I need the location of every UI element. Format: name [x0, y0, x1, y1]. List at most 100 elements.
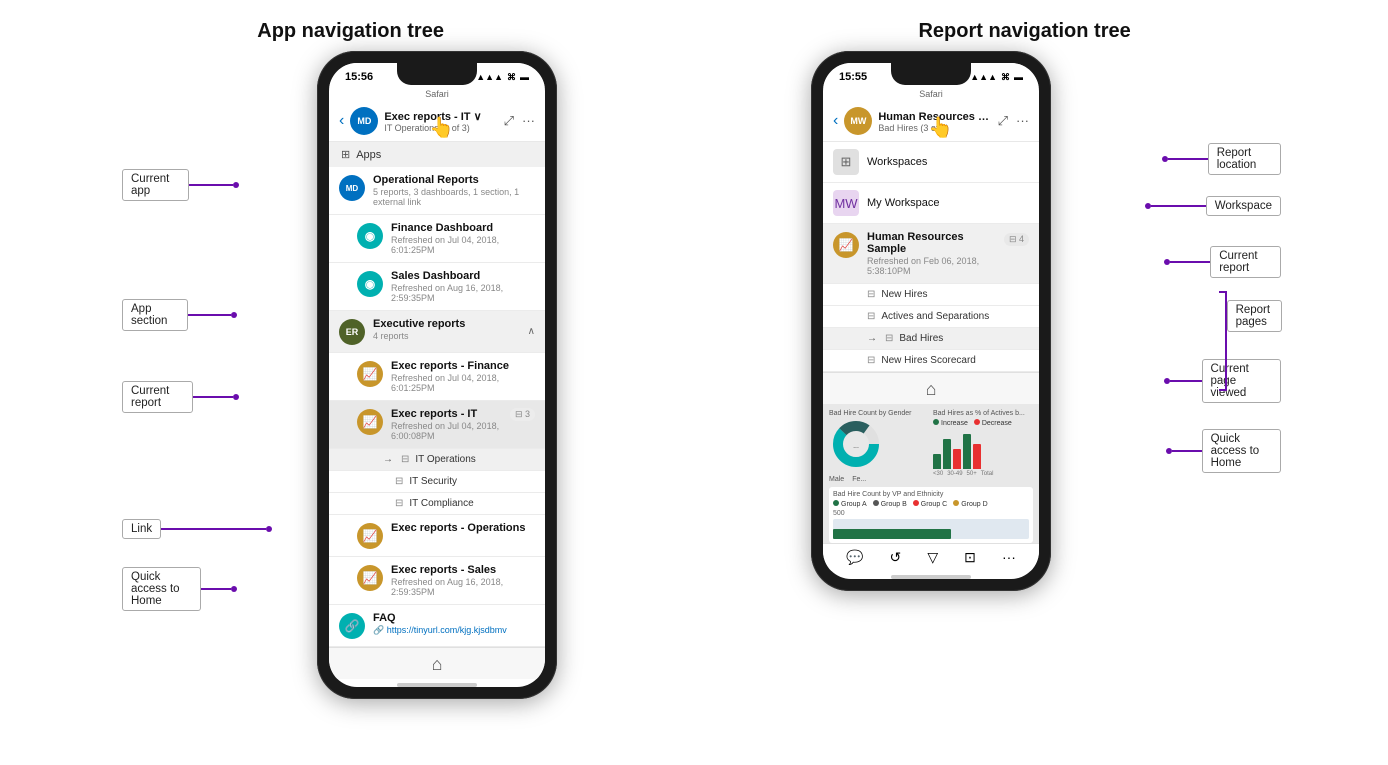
it-compliance-label: IT Compliance: [409, 498, 473, 509]
bar-2: [943, 439, 951, 469]
right-more-icon[interactable]: ···: [1016, 113, 1029, 129]
annotation-current-app: Current app: [122, 169, 239, 201]
finance-subtitle: Refreshed on Jul 04, 2018, 6:01:25PM: [391, 235, 535, 255]
bar-5: [973, 444, 981, 469]
toolbar-more-icon[interactable]: ···: [1002, 549, 1016, 566]
my-workspace-label: My Workspace: [867, 197, 940, 209]
undo-icon[interactable]: ↺: [890, 549, 902, 566]
exec-finance-subtitle: Refreshed on Jul 04, 2018, 6:01:25PM: [391, 373, 535, 393]
right-app-subtitle: Bad Hires (3 of 4): [878, 123, 991, 133]
right-status-icons: ▲▲▲ ⌘ ▬: [970, 72, 1023, 83]
left-app-title-area: Exec reports - IT ∨ IT Operations (1 of …: [384, 110, 497, 133]
chart-2: Bad Hires as % of Actives b... Increase …: [933, 410, 1033, 483]
left-app-bar[interactable]: ‹ MD Exec reports - IT ∨ IT Operations (…: [329, 101, 545, 142]
expand-icon[interactable]: ⤢: [504, 113, 514, 129]
new-hires-label: New Hires: [881, 289, 927, 300]
exec-finance-avatar: 📈: [357, 361, 383, 387]
left-home-btn[interactable]: ⌂: [432, 654, 443, 675]
operational-content: Operational Reports 5 reports, 3 dashboa…: [373, 174, 535, 207]
chart-2-legend: Increase Decrease: [933, 419, 1033, 427]
more-icon[interactable]: ···: [522, 113, 535, 129]
current-page-arrow: →: [383, 454, 393, 465]
chart-3-title: Bad Hire Count by VP and Ethnicity: [833, 491, 1029, 498]
exec-section-content: Executive reports 4 reports: [373, 318, 520, 341]
faq-url[interactable]: 🔗 https://tinyurl.com/kjg.kjsdbmv: [373, 625, 535, 636]
hr-sample-report-item[interactable]: 📈 Human Resources Sample Refreshed on Fe…: [823, 224, 1039, 284]
nav-item-exec-sales[interactable]: 📈 Exec reports - Sales Refreshed on Aug …: [329, 557, 545, 605]
right-home-btn[interactable]: ⌂: [926, 379, 937, 400]
donut-fe-label: Fe...: [852, 476, 866, 483]
exec-it-subtitle: Refreshed on Jul 04, 2018, 6:00:08PM: [391, 421, 502, 441]
right-expand-icon[interactable]: ⤢: [998, 113, 1008, 129]
right-signal-icon: ▲▲▲: [970, 72, 997, 82]
nav-item-exec-it[interactable]: 📈 Exec reports - IT Refreshed on Jul 04,…: [329, 401, 545, 449]
page-new-hires-scorecard[interactable]: ⊟ New Hires Scorecard: [823, 350, 1039, 372]
nav-item-exec-finance[interactable]: 📈 Exec reports - Finance Refreshed on Ju…: [329, 353, 545, 401]
actives-doc-icon: ⊟: [867, 311, 875, 322]
nav-item-finance[interactable]: ◉ Finance Dashboard Refreshed on Jul 04,…: [329, 215, 545, 263]
chart-1-title: Bad Hire Count by Gender: [829, 410, 929, 417]
increase-legend: Increase: [933, 419, 968, 427]
exec-section-subtitle: 4 reports: [373, 331, 520, 341]
grid-icon: ⊞: [341, 148, 350, 161]
bar-chart-small: [933, 429, 1033, 469]
faq-title: FAQ: [373, 612, 535, 624]
sales-subtitle: Refreshed on Aug 16, 2018, 2:59:35PM: [391, 283, 535, 303]
left-section-title: App navigation tree: [257, 20, 444, 43]
hr-report-content: Human Resources Sample Refreshed on Feb …: [867, 231, 996, 276]
page-bad-hires[interactable]: → ⊟ Bad Hires: [823, 328, 1039, 350]
annotation-report-pages: Report pages: [1219, 291, 1286, 391]
it-operations-label: IT Operations: [415, 454, 475, 465]
apps-label: Apps: [356, 149, 381, 161]
page-doc-icon-1: ⊟: [401, 454, 409, 465]
nav-item-executive-section[interactable]: ER Executive reports 4 reports ∧: [329, 311, 545, 353]
wifi-icon: ⌘: [507, 72, 516, 83]
nav-item-faq[interactable]: 🔗 FAQ 🔗 https://tinyurl.com/kjg.kjsdbmv: [329, 605, 545, 647]
page-actives-separations[interactable]: ⊟ Actives and Separations: [823, 306, 1039, 328]
finance-avatar: ◉: [357, 223, 383, 249]
page-item-it-compliance[interactable]: ⊟ IT Compliance: [329, 493, 545, 515]
workspaces-item[interactable]: ⊞ Workspaces: [823, 142, 1039, 183]
actives-label: Actives and Separations: [881, 311, 989, 322]
annotation-report-location: Report location: [1162, 143, 1281, 175]
left-time: 15:56: [345, 71, 373, 83]
left-nav-section-header: ⊞ Apps: [329, 142, 545, 167]
left-back-btn[interactable]: ‹: [339, 112, 344, 130]
sales-avatar: ◉: [357, 271, 383, 297]
nav-item-sales[interactable]: ◉ Sales Dashboard Refreshed on Aug 16, 2…: [329, 263, 545, 311]
finance-title: Finance Dashboard: [391, 222, 535, 234]
charts-area: Bad Hire Count by Gender ... Male Fe...: [823, 404, 1039, 543]
right-safari-label: Safari: [823, 87, 1039, 101]
exec-ops-title: Exec reports - Operations: [391, 522, 535, 534]
my-workspace-icon: MW: [833, 190, 859, 216]
workspaces-label: Workspaces: [867, 156, 927, 168]
right-bottom-toolbar: 💬 ↺ ▽ ⊡ ···: [823, 543, 1039, 571]
nav-item-exec-ops[interactable]: 📈 Exec reports - Operations: [329, 515, 545, 557]
faq-content: FAQ 🔗 https://tinyurl.com/kjg.kjsdbmv: [373, 612, 535, 636]
comment-icon[interactable]: 💬: [846, 549, 863, 566]
right-phone: 15:55 ▲▲▲ ⌘ ▬ Safari ‹ MW Human Resource…: [811, 51, 1051, 591]
x-label-1: <30: [933, 471, 943, 477]
operational-title: Operational Reports: [373, 174, 535, 186]
left-safari-label: Safari: [329, 87, 545, 101]
bar-1: [933, 454, 941, 469]
right-app-bar[interactable]: ‹ MW Human Resources Sample ∨ Bad Hires …: [823, 101, 1039, 142]
filter-icon[interactable]: ▽: [927, 549, 938, 566]
exec-finance-title: Exec reports - Finance: [391, 360, 535, 372]
left-phone: 15:56 ▲▲▲ ⌘ ▬ Safari ‹ MD Exec reports -…: [317, 51, 557, 699]
nav-item-operational[interactable]: MD Operational Reports 5 reports, 3 dash…: [329, 167, 545, 215]
chart-3-axis-label: 500: [833, 510, 1029, 517]
layout-icon[interactable]: ⊡: [964, 549, 976, 566]
hr-report-avatar: 📈: [833, 232, 859, 258]
chart-3-area: Bad Hire Count by VP and Ethnicity Group…: [829, 487, 1033, 543]
my-workspace-item[interactable]: MW My Workspace: [823, 183, 1039, 224]
right-back-btn[interactable]: ‹: [833, 112, 838, 130]
page-new-hires[interactable]: ⊟ New Hires: [823, 284, 1039, 306]
operational-subtitle: 5 reports, 3 dashboards, 1 section, 1 ex…: [373, 187, 535, 207]
page-item-it-operations[interactable]: → ⊟ IT Operations: [329, 449, 545, 471]
hr-report-title: Human Resources Sample: [867, 231, 996, 255]
page-item-it-security[interactable]: ⊟ IT Security: [329, 471, 545, 493]
left-app-subtitle: IT Operations (1 of 3): [384, 123, 497, 133]
left-app-avatar: MD: [350, 107, 378, 135]
chart-1: Bad Hire Count by Gender ... Male Fe...: [829, 410, 929, 483]
